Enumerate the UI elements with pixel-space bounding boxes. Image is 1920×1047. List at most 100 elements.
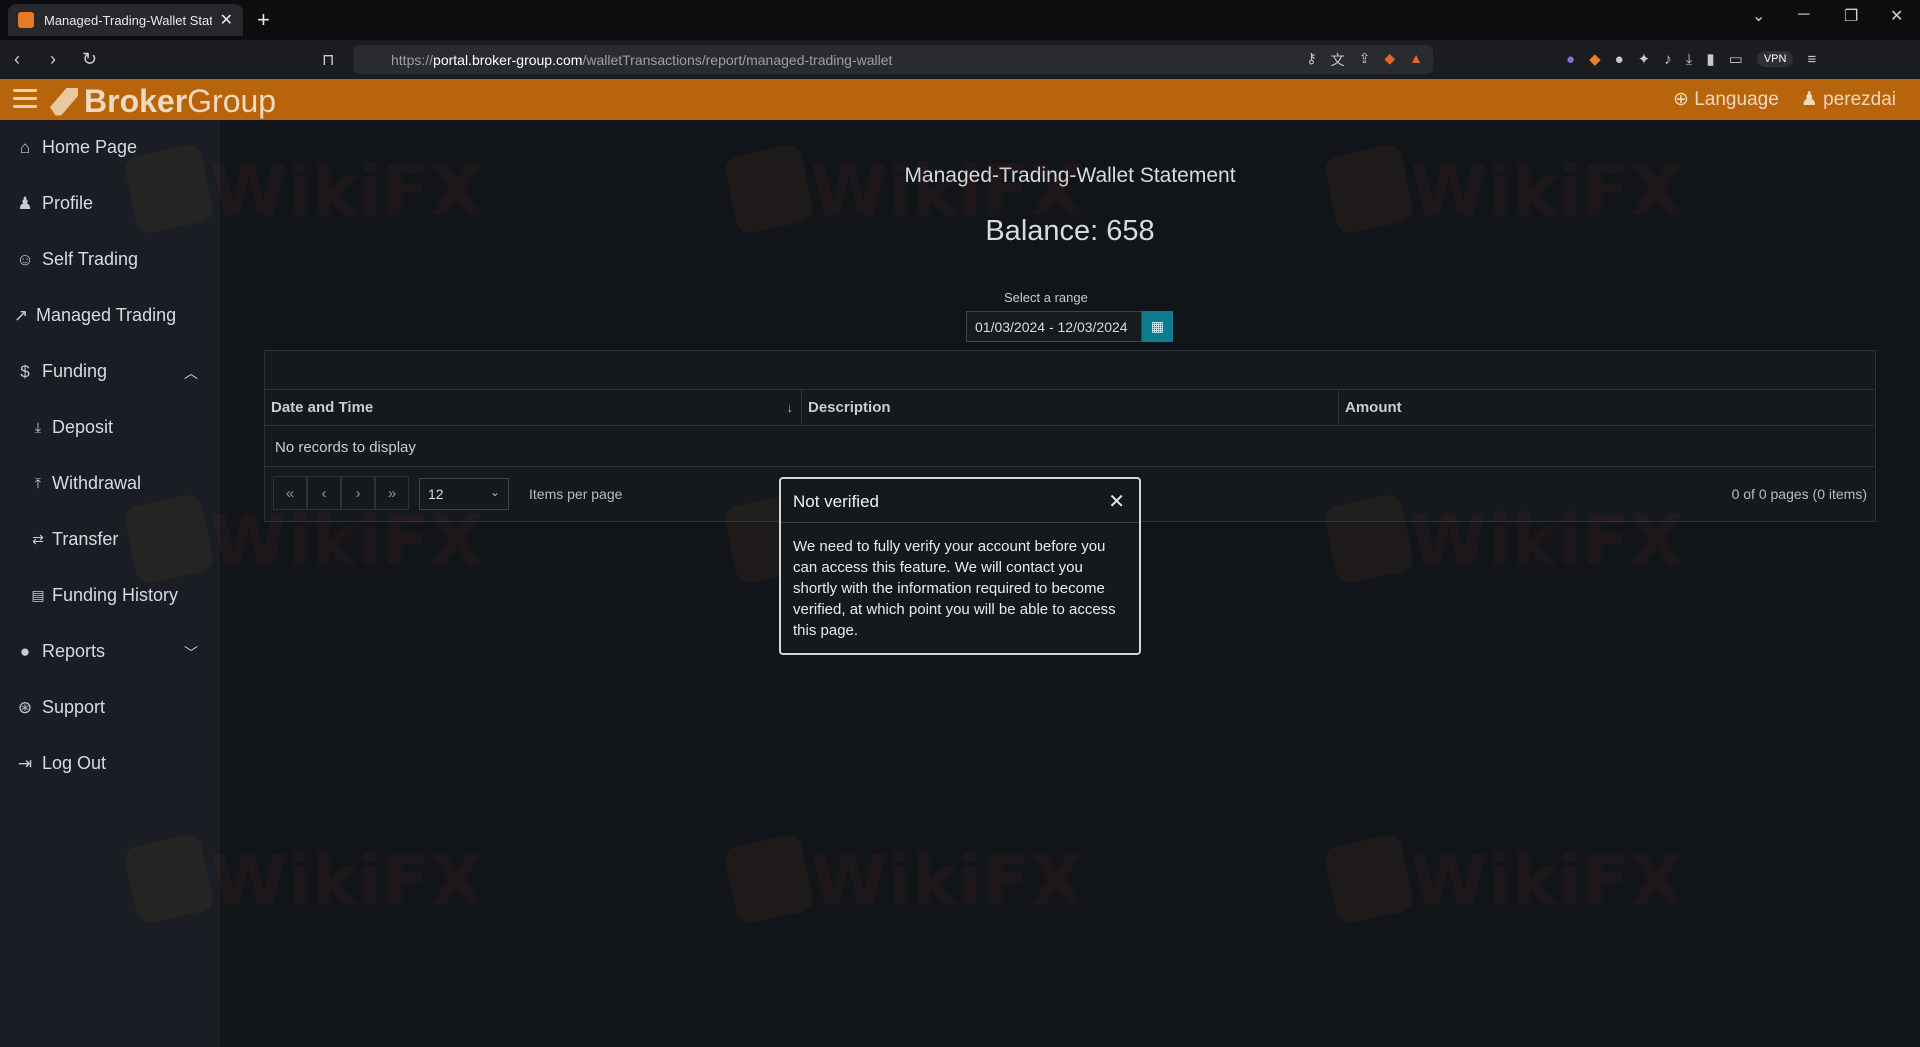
address-bar-icons: ⚷ 文 ⇪ ◆ ▲ [1306, 50, 1423, 70]
grid-toolbar [265, 351, 1875, 390]
dialog-title: Not verified [793, 492, 879, 511]
watermark-text: WikiFX [210, 150, 484, 232]
sidebar-item-label: Funding History [52, 585, 179, 605]
column-header-amount[interactable]: Amount [1339, 390, 1875, 425]
url-prefix: https:// [391, 51, 434, 68]
column-header-description[interactable]: Description [802, 390, 1339, 425]
watermark-text: WikiFX [1410, 500, 1684, 582]
watermark-logo [122, 832, 216, 926]
vpn-button[interactable]: VPN [1756, 51, 1794, 67]
metamask-icon[interactable]: ◆ [1589, 50, 1601, 68]
logo-text-group: Group [187, 83, 277, 119]
address-bar[interactable]: https://portal.broker-group.com/walletTr… [353, 45, 1433, 74]
sidebar-item-logout[interactable]: ⇥ Log Out [14, 753, 106, 774]
brave-shield-icon[interactable]: ◆ [1384, 50, 1395, 70]
watermark-logo [722, 142, 816, 236]
column-label: Date and Time [271, 399, 374, 416]
chevron-down-icon[interactable]: ﹀ [184, 643, 198, 663]
sidebar-item-home[interactable]: ⌂ Home Page [14, 137, 137, 158]
home-icon: ⌂ [19, 137, 31, 157]
bookmark-icon[interactable]: ⊓ [322, 50, 334, 70]
brand-logo[interactable]: Broker Group [50, 83, 276, 120]
close-icon[interactable]: ✕ [1108, 489, 1125, 514]
sidebar-item-label: Self Trading [42, 249, 139, 269]
watermark-logo [722, 832, 816, 926]
sidebar-item-self-trading[interactable]: ☺ Self Trading [14, 249, 138, 270]
window-close-icon[interactable]: ✕ [1890, 6, 1903, 26]
sidebar-item-funding-history[interactable]: ▤ Funding History [30, 585, 178, 606]
column-label: Description [808, 399, 891, 416]
sidebar-item-label: Deposit [52, 417, 114, 437]
sidebar-item-label: Transfer [52, 529, 119, 549]
sidebar-item-label: Withdrawal [52, 473, 142, 493]
share-icon[interactable]: ⇪ [1359, 50, 1371, 70]
not-verified-dialog: Not verified ✕ We need to fully verify y… [779, 477, 1141, 655]
back-icon[interactable]: ‹ [14, 49, 20, 70]
logo-mark-icon [50, 87, 78, 116]
music-icon[interactable]: ♪ [1664, 51, 1672, 68]
watermark-text: WikiFX [810, 840, 1084, 922]
logout-icon: ⇥ [17, 753, 33, 773]
sidebar-toggle-icon[interactable]: ▮ [1706, 50, 1714, 68]
sidebar-item-funding[interactable]: $ Funding [14, 361, 107, 382]
sidebar-item-label: Support [42, 697, 106, 717]
menu-icon[interactable]: ≡ [1807, 51, 1816, 68]
user-menu[interactable]: ♟ perezdai [1801, 88, 1896, 111]
upload-icon: ⤒ [34, 475, 42, 491]
no-records-message: No records to display [265, 426, 1875, 467]
chevron-down-icon: ⌄ [489, 485, 500, 499]
calendar-button[interactable]: ▦ [1142, 311, 1173, 342]
close-tab-icon[interactable]: ✕ [220, 10, 233, 30]
sidebar-item-transfer[interactable]: ⇄ Transfer [30, 529, 118, 550]
chevron-up-icon[interactable]: ︿ [184, 363, 198, 383]
header-actions: ⊕ Language ♟ perezdai [1673, 88, 1896, 111]
sort-down-icon: ↓ [786, 400, 794, 415]
extension-purple-icon[interactable]: ● [1566, 51, 1575, 68]
key-icon[interactable]: ⚷ [1306, 50, 1316, 70]
globe-icon: ⊕ [1673, 89, 1689, 110]
sidebar-item-deposit[interactable]: ⤓ Deposit [30, 417, 113, 438]
sidebar-item-reports[interactable]: ● Reports [14, 641, 105, 662]
funding-icon: $ [20, 361, 30, 381]
watermark-text: WikiFX [1410, 150, 1684, 232]
wallet-icon[interactable]: ▭ [1729, 50, 1743, 68]
sidebar-item-profile[interactable]: ♟ Profile [14, 193, 93, 214]
reload-icon[interactable]: ↻ [82, 49, 97, 70]
minimize-icon[interactable]: ─ [1798, 6, 1809, 24]
chart-line-icon: ↗ [13, 305, 29, 325]
sidebar-item-support[interactable]: ⊛ Support [14, 697, 105, 718]
self-trading-icon: ☺ [16, 249, 34, 269]
user-icon: ♟ [17, 193, 33, 213]
language-menu[interactable]: ⊕ Language [1673, 88, 1779, 111]
download-icon[interactable]: ⤓ [1686, 51, 1693, 68]
browser-tab[interactable]: Managed-Trading-Wallet Statem ✕ [8, 4, 243, 36]
extension-grey-icon[interactable]: ● [1615, 51, 1624, 68]
sidebar-item-label: Home Page [42, 137, 138, 157]
sidebar-item-managed-trading[interactable]: ↗ Managed Trading [12, 305, 176, 326]
column-label: Amount [1345, 399, 1402, 416]
calendar-icon: ▦ [1150, 318, 1165, 334]
url-host: portal.broker-group.com [433, 51, 583, 68]
restore-icon[interactable]: ❐ [1844, 6, 1858, 26]
watermark-text: WikiFX [210, 840, 484, 922]
grid-header: Date and Time ↓ Description Amount [265, 390, 1875, 426]
watermark-text: WikiFX [210, 500, 484, 582]
sidebar-item-label: Funding [42, 361, 108, 381]
sidebar-item-withdrawal[interactable]: ⤒ Withdrawal [30, 473, 141, 494]
tab-list-icon[interactable]: ⌄ [1752, 6, 1765, 26]
url-path: /walletTransactions/report/managed-tradi… [582, 51, 893, 68]
puzzle-icon[interactable]: ✦ [1638, 50, 1651, 68]
range-label: Select a range [1004, 290, 1088, 305]
file-icon: ▤ [31, 587, 45, 603]
new-tab-icon[interactable]: + [257, 7, 270, 33]
column-header-date[interactable]: Date and Time ↓ [265, 390, 802, 425]
brave-rewards-icon[interactable]: ▲ [1409, 50, 1423, 70]
items-per-page-label: Items per page [529, 486, 623, 502]
date-range-input[interactable]: 01/03/2024 - 12/03/2024 [966, 311, 1142, 342]
translate-icon[interactable]: 文 [1331, 50, 1345, 70]
reports-icon: ● [19, 641, 31, 661]
hamburger-menu-icon[interactable] [13, 89, 37, 109]
dialog-message: We need to fully verify your account bef… [793, 538, 1116, 639]
favicon-icon [18, 12, 34, 28]
forward-icon[interactable]: › [50, 49, 56, 70]
